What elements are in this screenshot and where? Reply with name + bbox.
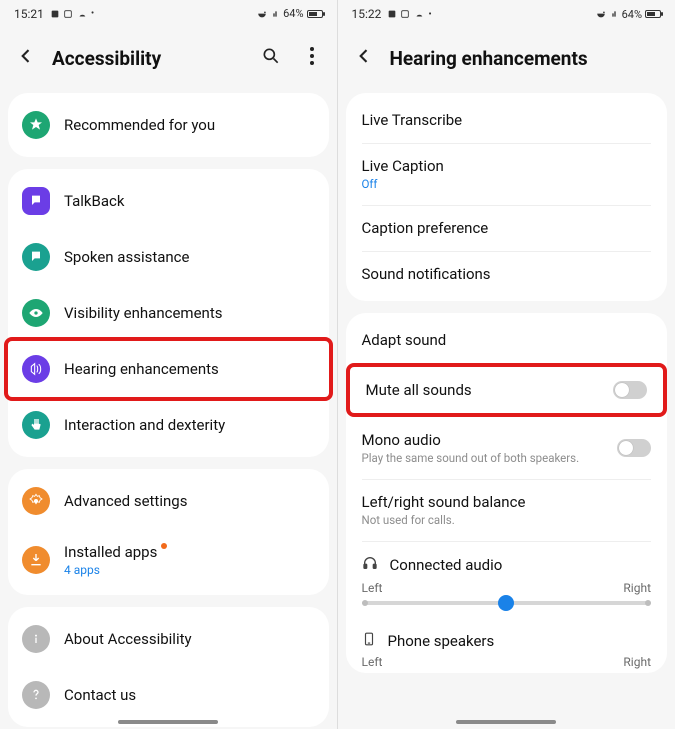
row-label: About Accessibility: [64, 630, 315, 648]
mute-all-sounds-toggle[interactable]: [613, 381, 647, 399]
row-label: Live Caption: [362, 157, 652, 175]
row-subtext: Not used for calls.: [362, 513, 652, 527]
row-caption-preference[interactable]: Caption preference: [346, 205, 668, 251]
row-label: Visibility enhancements: [64, 304, 315, 322]
slider-left-label: Left: [362, 655, 383, 669]
search-icon[interactable]: [255, 46, 287, 71]
row-label: Spoken assistance: [64, 248, 315, 266]
home-indicator[interactable]: [118, 720, 218, 724]
row-hearing-enhancements[interactable]: Hearing enhancements: [8, 341, 329, 397]
battery-icon: [307, 10, 323, 18]
interaction-icon: [22, 411, 50, 439]
clock: 15:21: [14, 7, 44, 21]
spoken-icon: [22, 243, 50, 271]
group-captions: Live Transcribe Live Caption Off Caption…: [346, 93, 668, 301]
mono-audio-toggle[interactable]: [617, 439, 651, 457]
row-recommended[interactable]: Recommended for you: [8, 97, 329, 153]
status-notification-icons: •: [387, 9, 431, 20]
row-advanced-settings[interactable]: Advanced settings: [8, 473, 329, 529]
more-icon[interactable]: [303, 46, 321, 71]
balance-slider-phone[interactable]: Left Right: [346, 655, 668, 669]
back-icon[interactable]: [16, 46, 36, 71]
row-label: Mono audio: [362, 431, 606, 449]
row-label: Phone speakers: [388, 632, 495, 650]
row-label: Adapt sound: [362, 331, 652, 349]
title-bar: Hearing enhancements: [338, 28, 675, 93]
title-bar: Accessibility: [0, 28, 337, 93]
battery-icon: [645, 10, 661, 18]
row-mute-all-sounds[interactable]: Mute all sounds: [350, 367, 664, 413]
row-label: Left/right sound balance: [362, 493, 652, 511]
screen-hearing-enhancements: 15:22 • 64% Hearing enhancements Live Tr…: [338, 0, 675, 729]
back-icon[interactable]: [354, 46, 374, 71]
row-about-accessibility[interactable]: About Accessibility: [8, 611, 329, 667]
visibility-icon: [22, 299, 50, 327]
row-phone-speakers: Phone speakers: [346, 617, 668, 655]
slider-thumb[interactable]: [498, 595, 514, 611]
row-label: TalkBack: [64, 192, 315, 210]
update-badge-icon: [161, 543, 167, 549]
balance-slider-connected[interactable]: Left Right: [346, 581, 668, 617]
battery-percent: 64%: [622, 8, 642, 21]
row-live-caption[interactable]: Live Caption Off: [346, 143, 668, 205]
row-label: Installed apps: [64, 543, 315, 561]
row-live-transcribe[interactable]: Live Transcribe: [346, 97, 668, 143]
screen-accessibility: 15:21 • 64% Accessibility: [0, 0, 338, 729]
status-bar: 15:21 • 64%: [0, 0, 337, 28]
page-title: Accessibility: [52, 47, 239, 70]
row-label: Hearing enhancements: [64, 360, 315, 378]
group-sound: Adapt sound Mute all sounds Mono audio P…: [346, 313, 668, 673]
row-sound-notifications[interactable]: Sound notifications: [346, 251, 668, 297]
clock: 15:22: [352, 7, 382, 21]
group-basic: TalkBack Spoken assistance Visibility en…: [8, 169, 329, 457]
row-label: Interaction and dexterity: [64, 416, 315, 434]
hearing-icon: [22, 355, 50, 383]
row-spoken-assistance[interactable]: Spoken assistance: [8, 229, 329, 285]
row-label: Mute all sounds: [366, 381, 602, 399]
row-label: Contact us: [64, 686, 315, 704]
status-notification-icons: •: [50, 8, 94, 19]
wifi-icon: [594, 9, 608, 19]
row-label: Caption preference: [362, 219, 652, 237]
row-contact-us[interactable]: Contact us: [8, 667, 329, 723]
row-adapt-sound[interactable]: Adapt sound: [346, 317, 668, 363]
group-advanced: Advanced settings Installed apps 4 apps: [8, 469, 329, 595]
talkback-icon: [22, 187, 50, 215]
row-sound-balance[interactable]: Left/right sound balance Not used for ca…: [346, 479, 668, 541]
row-mono-audio[interactable]: Mono audio Play the same sound out of bo…: [346, 417, 668, 479]
info-icon: [22, 625, 50, 653]
wifi-icon: [255, 9, 269, 19]
group-recommended: Recommended for you: [8, 93, 329, 157]
page-title: Hearing enhancements: [390, 47, 660, 70]
row-connected-audio: Connected audio: [346, 541, 668, 581]
row-subtext: 4 apps: [64, 563, 315, 577]
star-icon: [22, 111, 50, 139]
row-label: Connected audio: [390, 556, 503, 574]
help-icon: [22, 681, 50, 709]
row-interaction-dexterity[interactable]: Interaction and dexterity: [8, 397, 329, 453]
gear-icon: [22, 487, 50, 515]
status-bar: 15:22 • 64%: [338, 0, 675, 28]
slider-right-label: Right: [623, 581, 651, 595]
row-subtext: Play the same sound out of both speakers…: [362, 451, 606, 465]
row-talkback[interactable]: TalkBack: [8, 173, 329, 229]
row-label: Live Transcribe: [362, 111, 652, 129]
battery-percent: 64%: [283, 7, 303, 20]
row-subtext: Off: [362, 177, 652, 191]
slider-left-label: Left: [362, 581, 383, 595]
signal-icon: [611, 9, 619, 19]
row-label: Sound notifications: [362, 265, 652, 283]
phone-icon: [362, 631, 376, 651]
slider-track[interactable]: [362, 601, 652, 605]
row-label: Advanced settings: [64, 492, 315, 510]
row-visibility[interactable]: Visibility enhancements: [8, 285, 329, 341]
slider-right-label: Right: [623, 655, 651, 669]
signal-icon: [272, 9, 280, 19]
group-about: About Accessibility Contact us: [8, 607, 329, 727]
download-icon: [22, 546, 50, 574]
row-installed-apps[interactable]: Installed apps 4 apps: [8, 529, 329, 591]
headphones-icon: [362, 555, 378, 575]
home-indicator[interactable]: [456, 720, 556, 724]
row-label: Recommended for you: [64, 116, 315, 134]
